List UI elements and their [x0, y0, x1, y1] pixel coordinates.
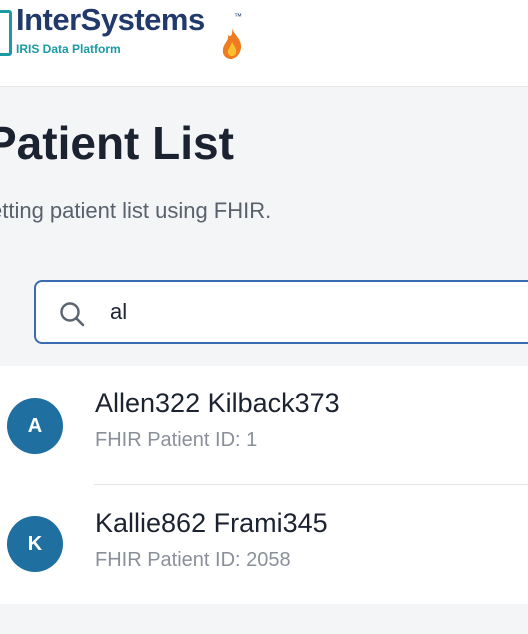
patient-avatar: A: [7, 398, 63, 454]
patient-results-list: A Allen322 Kilback373 FHIR Patient ID: 1…: [0, 366, 528, 604]
app-header: InterSystems ™ IRIS Data Platform: [0, 0, 528, 87]
patient-name: Kallie862 Frami345: [95, 508, 328, 538]
patient-list-item[interactable]: A Allen322 Kilback373 FHIR Patient ID: 1: [0, 366, 528, 485]
patient-id: FHIR Patient ID: 1: [95, 429, 258, 451]
patient-list-item[interactable]: K Kallie862 Frami345 FHIR Patient ID: 20…: [0, 485, 528, 603]
patient-name: Allen322 Kilback373: [95, 388, 340, 418]
patient-id: FHIR Patient ID: 2058: [95, 549, 291, 571]
search-input[interactable]: [110, 292, 528, 332]
intersystems-logo-mark: [0, 10, 12, 56]
flame-icon: [222, 28, 242, 59]
search-icon: [60, 302, 85, 327]
page-subtitle: etting patient list using FHIR.: [0, 198, 272, 223]
page-title: Patient List: [0, 117, 234, 169]
intersystems-logo-text: InterSystems: [16, 2, 205, 37]
iris-data-platform-label: IRIS Data Platform: [16, 42, 121, 56]
patient-search-box[interactable]: [34, 280, 528, 344]
trademark-symbol: ™: [234, 12, 242, 21]
patient-avatar: K: [7, 516, 63, 572]
